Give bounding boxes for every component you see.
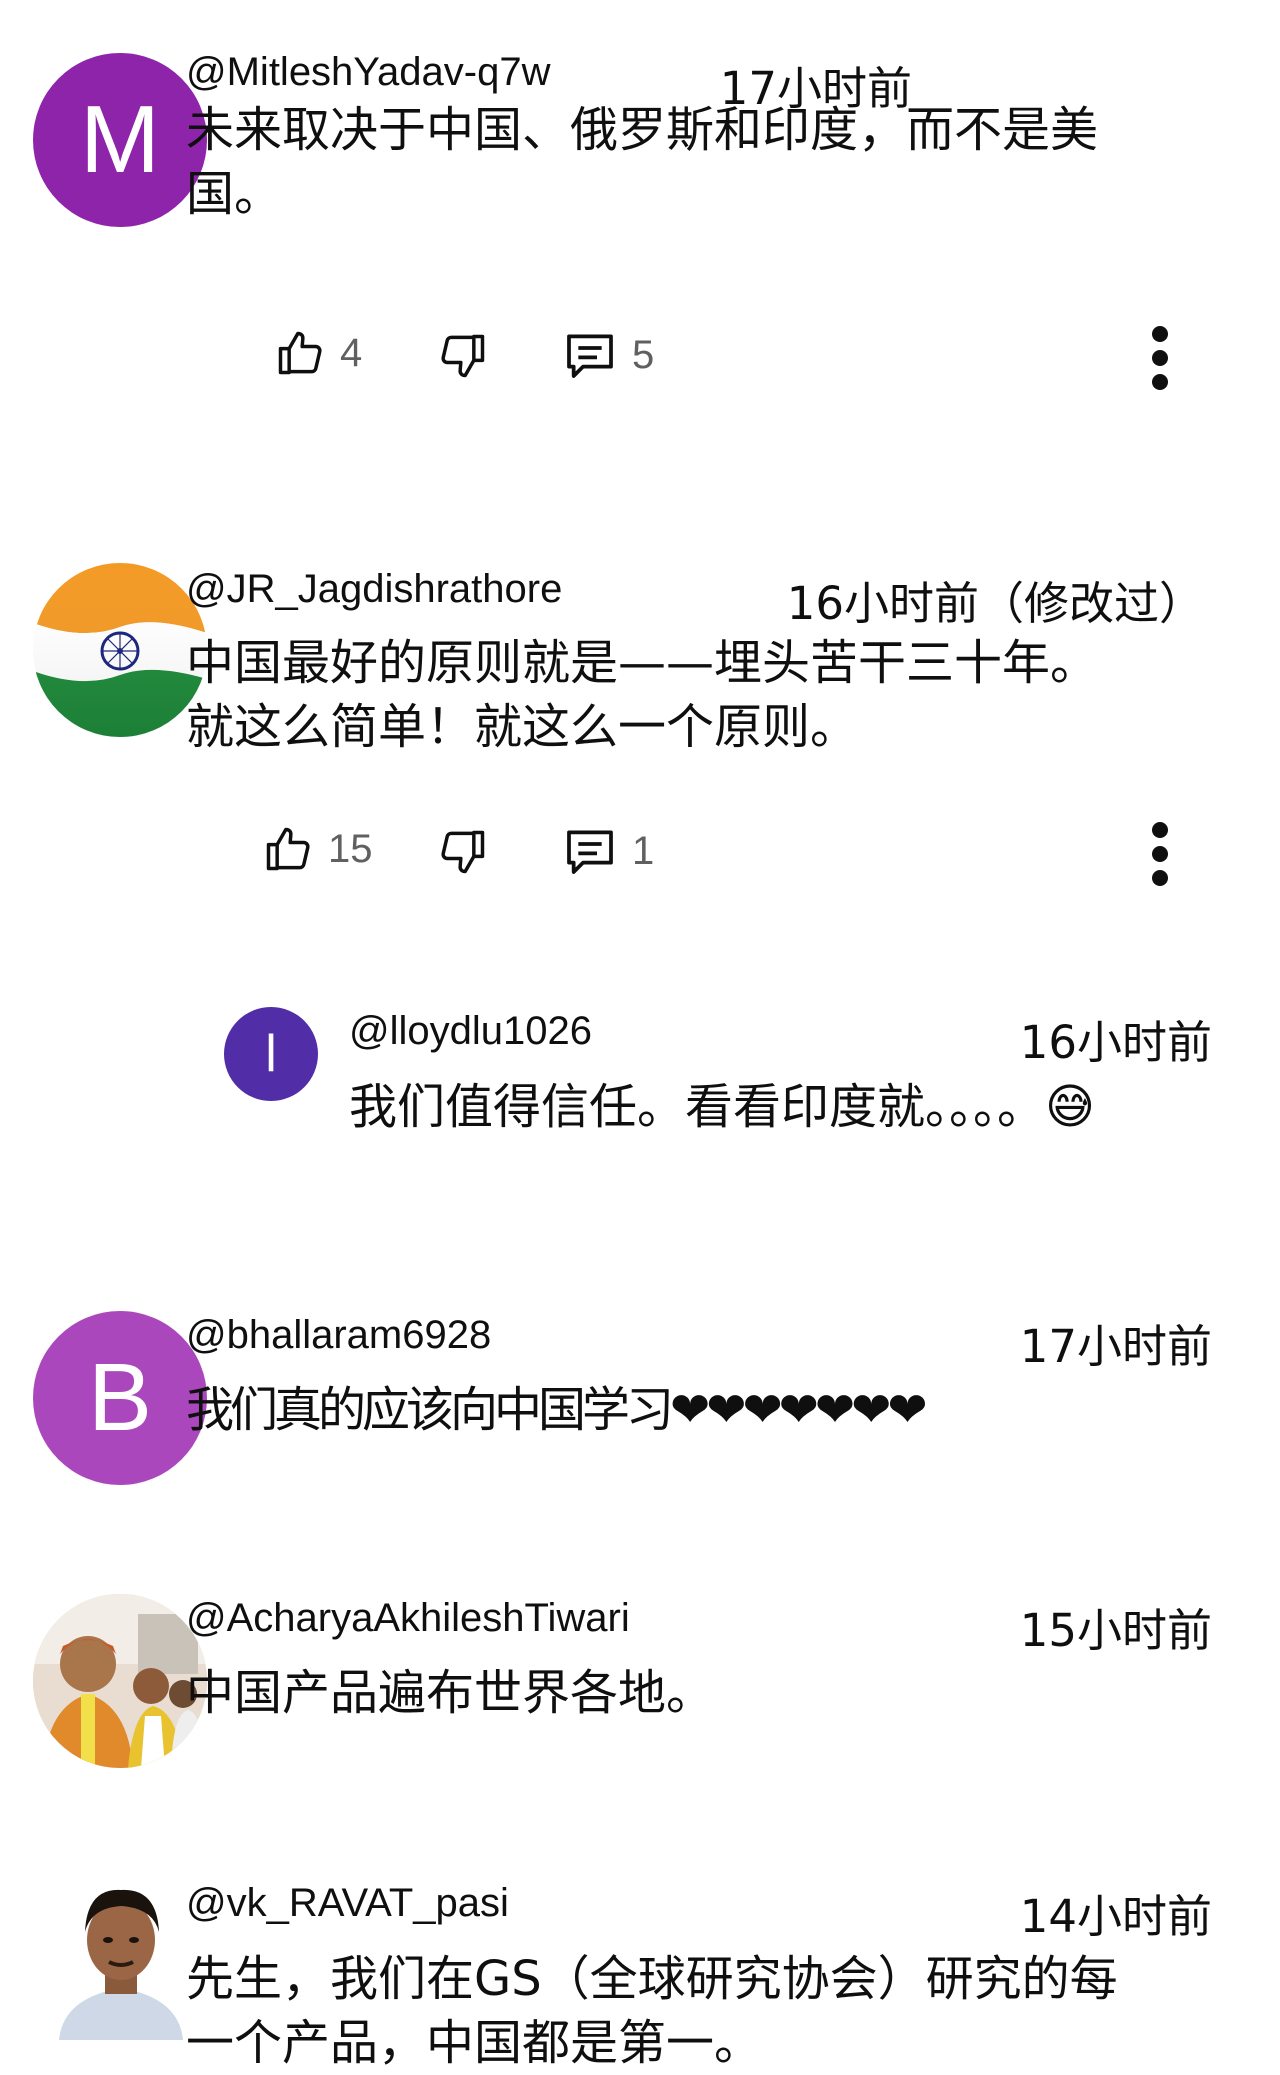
like-count: 4: [340, 330, 363, 375]
profile-photo-icon: [41, 1880, 201, 2040]
india-flag-icon: [33, 563, 207, 737]
comment-time: 17小时前: [1019, 1320, 1212, 1373]
reply-button[interactable]: 1: [562, 816, 654, 886]
comment-text-line: 国。: [186, 166, 283, 222]
dot-icon: [1152, 374, 1168, 390]
like-button[interactable]: 15: [262, 814, 373, 884]
dot-icon: [1152, 350, 1168, 366]
thumb-down-icon: [441, 334, 485, 378]
comment-time: 16小时前: [1019, 1016, 1212, 1069]
comment-text-line: 我们值得信任。看看印度就。。。。😅: [349, 1079, 1096, 1135]
comment-icon: [567, 830, 613, 874]
comment-text-line: 我们真的应该向中国学习❤❤❤❤❤❤❤: [186, 1382, 928, 1438]
dot-icon: [1152, 870, 1168, 886]
comment-time: 14小时前: [1019, 1890, 1212, 1943]
profile-photo-icon: [33, 1594, 207, 1768]
dot-icon: [1152, 326, 1168, 342]
comment-item: M @MitleshYadav-q7w 17小时前 未来取决于中国、俄罗斯和印度…: [0, 0, 1280, 390]
comment-author[interactable]: @MitleshYadav-q7w: [186, 50, 550, 95]
dislike-button[interactable]: [437, 817, 489, 887]
comment-text-line: 未来取决于中国、俄罗斯和印度，而不是美: [186, 102, 1099, 158]
comment-text-line: 先生，我们在GS（全球研究协会）研究的每: [186, 1951, 1118, 2007]
avatar[interactable]: [33, 1594, 207, 1768]
avatar-letter: B: [87, 1344, 153, 1451]
thumb-down-icon: [441, 830, 485, 874]
avatar-letter: M: [80, 86, 160, 193]
comment-author[interactable]: @lloydlu1026: [349, 1009, 592, 1054]
avatar[interactable]: B: [33, 1311, 207, 1485]
comment-author[interactable]: @AcharyaAkhileshTiwari: [186, 1596, 630, 1641]
reply-count: 1: [632, 828, 655, 873]
comment-author[interactable]: @JR_Jagdishrathore: [186, 567, 562, 612]
comment-time: 16小时前（修改过）: [786, 577, 1204, 630]
avatar[interactable]: M: [33, 53, 207, 227]
dislike-button[interactable]: [437, 321, 489, 391]
comment-text-line: 中国产品遍布世界各地。: [186, 1665, 715, 1721]
comment-text: 中国最好的原则就是——埋头苦干三十年。 就这么简单！就这么一个原则。: [186, 631, 1246, 759]
comment-time: 15小时前: [1019, 1604, 1212, 1657]
comment-icon: [567, 334, 613, 378]
comment-text: 先生，我们在GS（全球研究协会）研究的每 一个产品，中国都是第一。: [186, 1947, 1266, 2075]
thumb-up-icon: [278, 331, 322, 375]
comment-actions: 15 1: [0, 814, 1280, 887]
thumb-up-icon: [266, 827, 310, 871]
comment-text: 我们真的应该向中国学习❤❤❤❤❤❤❤: [186, 1378, 1246, 1442]
dot-icon: [1152, 846, 1168, 862]
more-options-button[interactable]: [1145, 819, 1175, 889]
comment-author[interactable]: @vk_RAVAT_pasi: [186, 1881, 509, 1926]
like-button[interactable]: 4: [274, 318, 362, 388]
avatar[interactable]: [41, 1880, 201, 2040]
comment-text: 中国产品遍布世界各地。: [186, 1661, 1246, 1725]
avatar[interactable]: l: [224, 1007, 318, 1101]
comment-actions: 4 5: [0, 318, 1280, 391]
avatar[interactable]: [33, 563, 207, 737]
like-count: 15: [328, 826, 373, 871]
avatar-letter: l: [265, 1025, 277, 1083]
comment-text-line: 中国最好的原则就是——埋头苦干三十年。: [186, 635, 1099, 691]
comment-text: 我们值得信任。看看印度就。。。。😅: [349, 1075, 1249, 1139]
comment-text: 未来取决于中国、俄罗斯和印度，而不是美 国。: [186, 98, 1246, 226]
reply-button[interactable]: 5: [562, 320, 654, 390]
comment-text-line: 一个产品，中国都是第一。: [186, 2015, 763, 2071]
dot-icon: [1152, 822, 1168, 838]
reply-count: 5: [632, 332, 655, 377]
comment-text-line: 就这么简单！就这么一个原则。: [186, 699, 859, 755]
comment-author[interactable]: @bhallaram6928: [186, 1313, 491, 1358]
more-options-button[interactable]: [1145, 323, 1175, 393]
